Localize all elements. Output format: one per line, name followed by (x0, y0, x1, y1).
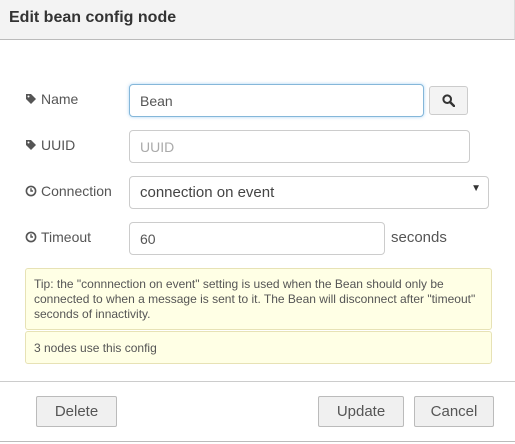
dialog-titlebar: Edit bean config node (0, 0, 515, 40)
connection-label-row: Connection (25, 183, 112, 199)
tip-text: Tip: the "connnection on event" setting … (34, 277, 476, 321)
caret-down-icon: ▼ (471, 183, 481, 194)
footer-divider (0, 381, 515, 382)
uuid-label-row: UUID (25, 137, 75, 153)
edit-config-dialog: Edit bean config node Name UUID Connecti… (0, 0, 515, 444)
uuid-label: UUID (41, 137, 76, 153)
tip-box: Tip: the "connnection on event" setting … (25, 268, 492, 330)
search-button[interactable] (429, 86, 468, 115)
dialog-title: Edit bean config node (9, 9, 177, 26)
timeout-input[interactable] (129, 222, 385, 255)
usage-text: 3 nodes use this config (34, 341, 157, 355)
tag-icon (26, 94, 36, 104)
search-icon (442, 94, 455, 107)
delete-button-label: Delete (54, 403, 99, 420)
connection-label: Connection (41, 183, 112, 199)
update-button[interactable]: Update (318, 396, 404, 427)
clock-icon (25, 231, 37, 243)
clock-icon (25, 185, 37, 197)
cancel-button[interactable]: Cancel (414, 396, 494, 427)
name-label: Name (41, 91, 79, 107)
cancel-button-label: Cancel (430, 403, 478, 420)
timeout-label-row: Timeout (25, 229, 91, 245)
tag-icon (26, 140, 36, 150)
update-button-label: Update (336, 403, 386, 420)
connection-selected-value: connection on event (140, 184, 275, 201)
timeout-label: Timeout (41, 229, 92, 245)
connection-select[interactable]: connection on event ▼ (129, 176, 489, 209)
timeout-units: seconds (391, 229, 447, 246)
name-label-row: Name (25, 91, 78, 107)
name-input[interactable] (129, 84, 424, 117)
bottom-divider (0, 441, 515, 442)
usage-box: 3 nodes use this config (25, 331, 492, 364)
uuid-input[interactable] (129, 130, 470, 163)
delete-button[interactable]: Delete (36, 396, 117, 427)
